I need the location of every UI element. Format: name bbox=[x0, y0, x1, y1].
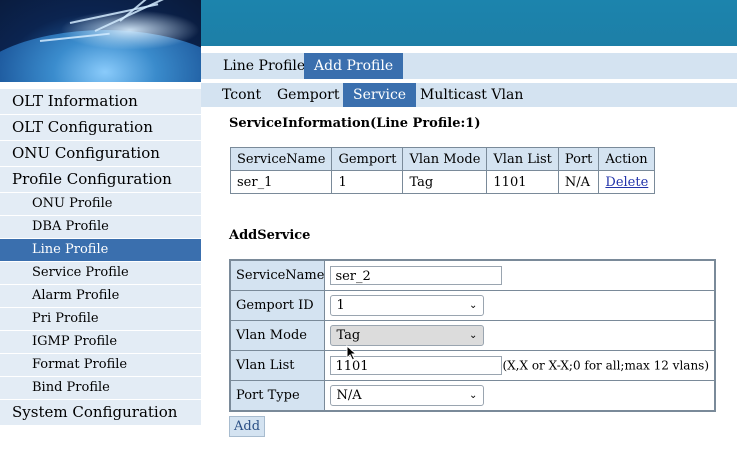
port-type-label: Port Type bbox=[229, 380, 326, 412]
tab-gemport[interactable]: Gemport bbox=[267, 83, 349, 107]
port-type-select[interactable]: N/A ⌄ bbox=[330, 385, 485, 406]
sidebar-item-onu-configuration[interactable]: ONU Configuration bbox=[0, 141, 201, 167]
vlan-mode-label: Vlan Mode bbox=[229, 320, 326, 351]
chevron-down-icon: ⌄ bbox=[469, 300, 478, 311]
cell-port: N/A bbox=[557, 170, 600, 194]
column-header: ServiceName bbox=[229, 147, 333, 171]
vlan-mode-select[interactable]: Tag ⌄ bbox=[330, 325, 485, 346]
port-type-value: N/A bbox=[336, 388, 362, 403]
tab-add-profile[interactable]: Add Profile bbox=[304, 53, 404, 79]
vlan-list-label: Vlan List bbox=[229, 350, 326, 381]
form-row-vlan-list: Vlan List 1101 (X,X or X-X;0 for all;max … bbox=[229, 350, 716, 381]
add-service-form: ServiceName ser_2 Gemport ID 1 ⌄ Vlan Mod… bbox=[229, 259, 717, 412]
column-header: Action bbox=[598, 147, 656, 171]
form-row-service-name: ServiceName ser_2 bbox=[229, 259, 716, 291]
sidebar-item-alarm-profile[interactable]: Alarm Profile bbox=[0, 285, 201, 308]
column-header: Port bbox=[557, 147, 600, 171]
secondary-tabs: Tcont Gemport Service Multicast Vlan bbox=[201, 83, 737, 107]
add-button[interactable]: Add bbox=[229, 416, 266, 437]
chevron-down-icon: ⌄ bbox=[469, 330, 478, 341]
gemport-id-label: Gemport ID bbox=[229, 290, 326, 321]
service-name-input[interactable]: ser_2 bbox=[330, 266, 503, 285]
main-panel: Line Profile Add Profile Tcont Gemport S… bbox=[201, 46, 737, 454]
sidebar-item-pri-profile[interactable]: Pri Profile bbox=[0, 308, 201, 331]
gemport-id-value: 1 bbox=[336, 298, 345, 313]
sidebar-item-onu-profile[interactable]: ONU Profile bbox=[0, 193, 201, 216]
chevron-down-icon: ⌄ bbox=[469, 390, 478, 401]
sidebar-nav: OLT Information OLT Configuration ONU Co… bbox=[0, 89, 201, 426]
sidebar-item-olt-configuration[interactable]: OLT Configuration bbox=[0, 115, 201, 141]
column-header: Vlan List bbox=[486, 147, 559, 171]
column-header: Gemport bbox=[331, 147, 404, 171]
sidebar-item-olt-information[interactable]: OLT Information bbox=[0, 89, 201, 115]
tab-service[interactable]: Service bbox=[343, 83, 417, 107]
cell-service-name: ser_1 bbox=[229, 170, 333, 194]
column-header: Vlan Mode bbox=[402, 147, 488, 171]
service-name-label: ServiceName bbox=[229, 259, 326, 291]
form-row-gemport-id: Gemport ID 1 ⌄ bbox=[229, 290, 716, 321]
sidebar-item-igmp-profile[interactable]: IGMP Profile bbox=[0, 331, 201, 354]
cell-vlan-mode: Tag bbox=[402, 170, 488, 194]
cell-vlan-list: 1101 bbox=[486, 170, 559, 194]
tab-tcont[interactable]: Tcont bbox=[212, 83, 271, 107]
sidebar-item-service-profile[interactable]: Service Profile bbox=[0, 262, 201, 285]
sidebar-item-system-configuration[interactable]: System Configuration bbox=[0, 400, 201, 426]
cell-action: Delete bbox=[598, 170, 656, 194]
globe-logo bbox=[0, 0, 201, 82]
tab-multicast-vlan[interactable]: Multicast Vlan bbox=[410, 83, 533, 107]
sidebar-item-profile-configuration[interactable]: Profile Configuration bbox=[0, 167, 201, 193]
form-row-port-type: Port Type N/A ⌄ bbox=[229, 380, 716, 412]
table-row: ser_1 1 Tag 1101 N/A Delete bbox=[229, 170, 656, 194]
service-information-table: ServiceName Gemport Vlan Mode Vlan List … bbox=[229, 147, 656, 194]
gemport-id-select[interactable]: 1 ⌄ bbox=[330, 295, 485, 316]
form-row-vlan-mode: Vlan Mode Tag ⌄ bbox=[229, 320, 716, 351]
primary-tabs: Line Profile Add Profile bbox=[201, 53, 737, 79]
cell-gemport: 1 bbox=[331, 170, 404, 194]
table-header-row: ServiceName Gemport Vlan Mode Vlan List … bbox=[229, 147, 656, 171]
tab-line-profile[interactable]: Line Profile bbox=[213, 53, 315, 79]
delete-link[interactable]: Delete bbox=[605, 175, 648, 190]
service-information-title: ServiceInformation(Line Profile:1) bbox=[229, 116, 481, 131]
vlan-list-hint: (X,X or X-X;0 for all;max 12 vlans) bbox=[502, 358, 710, 373]
sidebar-item-format-profile[interactable]: Format Profile bbox=[0, 354, 201, 377]
mouse-cursor-icon bbox=[346, 345, 358, 361]
sidebar-item-dba-profile[interactable]: DBA Profile bbox=[0, 216, 201, 239]
vlan-mode-value: Tag bbox=[336, 328, 361, 343]
sidebar-item-line-profile[interactable]: Line Profile bbox=[0, 239, 201, 262]
add-service-title: AddService bbox=[229, 228, 311, 243]
sidebar-item-bind-profile[interactable]: Bind Profile bbox=[0, 377, 201, 400]
